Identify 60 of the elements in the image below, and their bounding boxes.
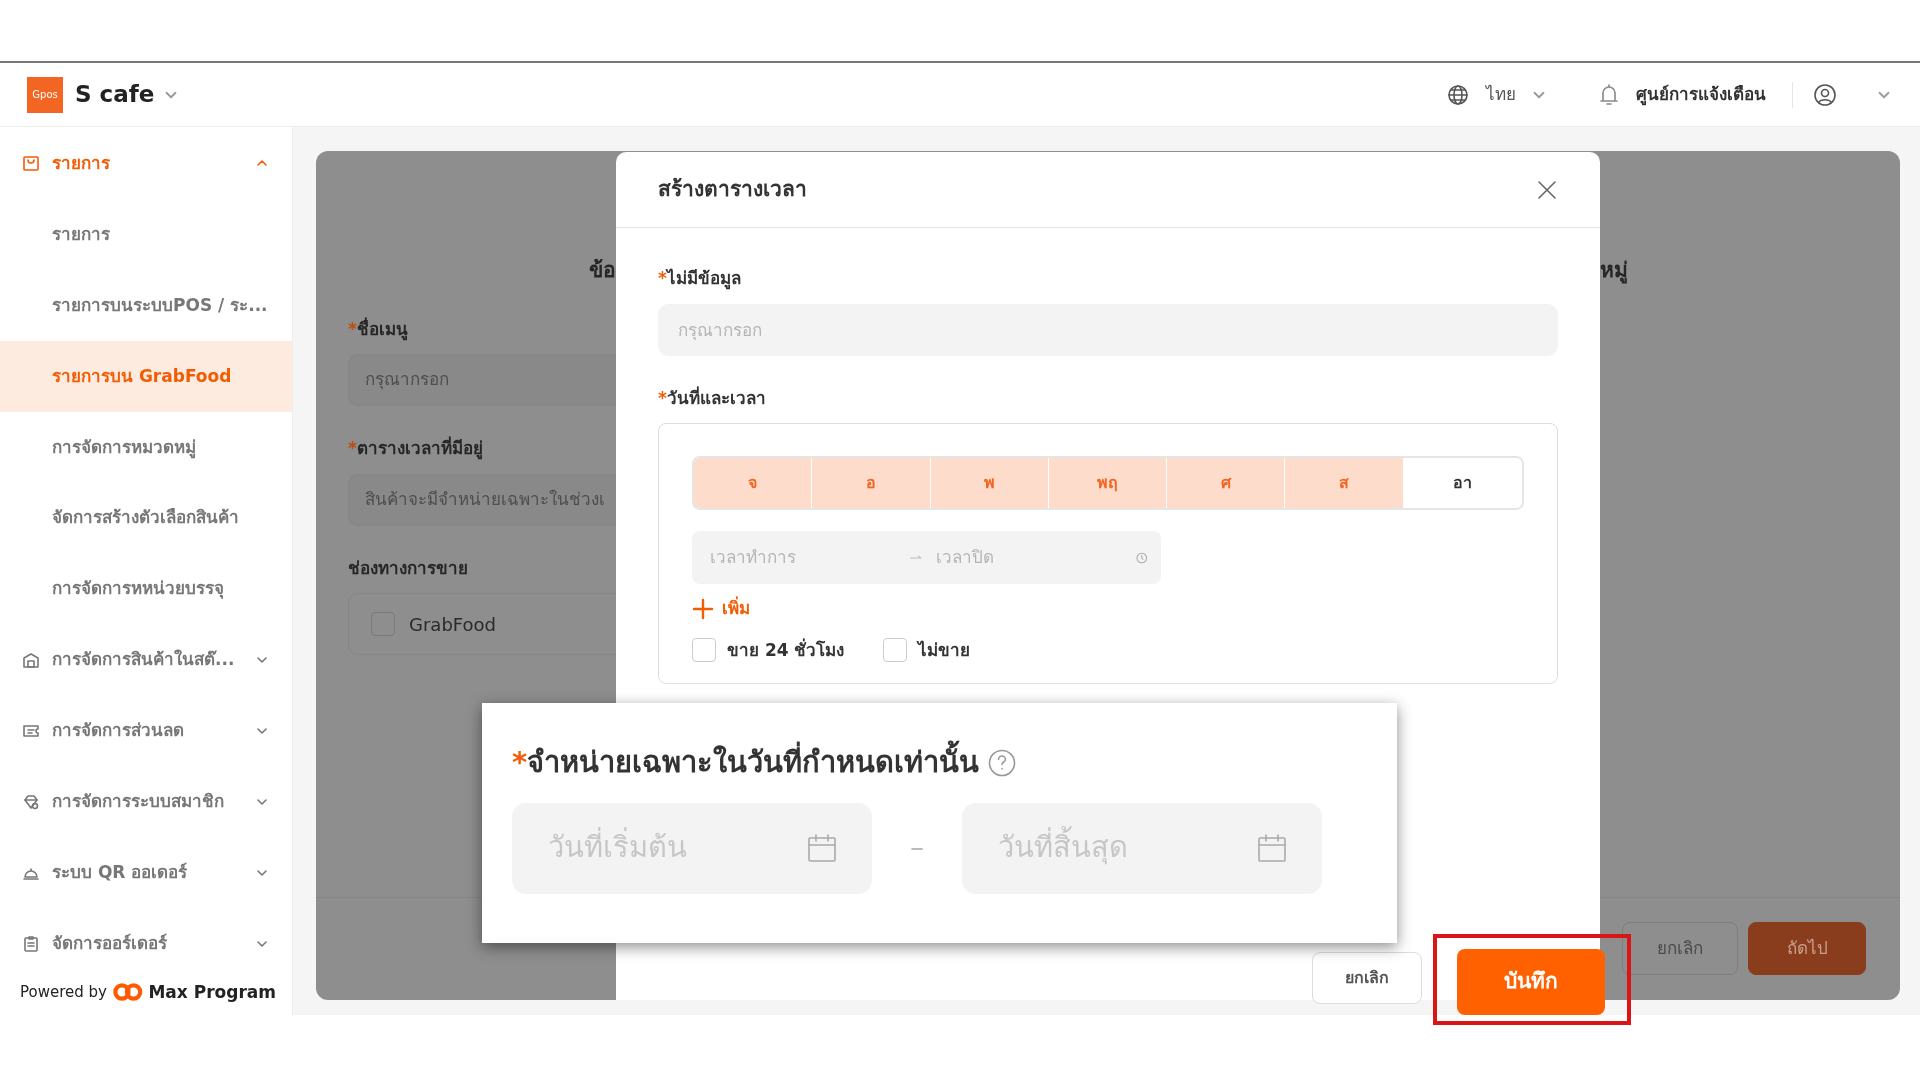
day-toggle[interactable]: อ	[812, 458, 931, 508]
sidebar-item[interactable]: การจัดการหหน่วยบรรจุ	[0, 553, 292, 625]
field-label: ช่องทางการขาย	[348, 556, 469, 580]
store-icon	[22, 651, 40, 670]
sidebar-group[interactable]: การจัดการสินค้าในสต๊...	[0, 624, 292, 696]
option-checkbox[interactable]: ไม่ขาย	[882, 637, 970, 663]
name-input[interactable]: กรุณากรอก	[658, 303, 1558, 356]
start-time-input[interactable]: เวลาทำการ	[708, 543, 898, 572]
clipboard-icon	[22, 934, 40, 953]
section-heading: หมู่	[1600, 257, 1629, 286]
bell-icon	[1598, 82, 1620, 107]
next-button[interactable]: ถัดไป	[1748, 922, 1866, 975]
day-toggle[interactable]: พ	[930, 458, 1049, 508]
brand-name: Max Program	[148, 980, 276, 1004]
day-toggle[interactable]: จ	[694, 458, 813, 508]
field-label: *จำหน่ายเฉพาะในวันที่กำหนดเท่านั้น	[512, 741, 980, 785]
save-button[interactable]: บันทึก	[1457, 949, 1605, 1015]
field-label: *ตารางเวลาที่มีอยู่	[348, 436, 484, 462]
range-separator: –	[909, 830, 925, 866]
cancel-button[interactable]: ยกเลิก	[1622, 922, 1738, 975]
store-selector[interactable]: S cafe	[75, 77, 155, 112]
input-field[interactable]: สินค้าจะมีจำหน่ายเฉพาะในช่วงเ	[348, 473, 616, 526]
sidebar-group[interactable]: การจัดการระบบสมาชิก	[0, 766, 292, 838]
calendar-icon	[806, 832, 838, 864]
cancel-button[interactable]: ยกเลิก	[1312, 952, 1422, 1004]
user-icon[interactable]	[1813, 82, 1837, 107]
logo: Gpos	[27, 76, 63, 113]
end-time-input[interactable]: เวลาปิด	[933, 543, 1124, 572]
day-toggle[interactable]: พฤ	[1048, 458, 1168, 508]
field-label: *วันที่และเวลา	[658, 385, 767, 410]
day-toggle[interactable]: ศ	[1167, 458, 1286, 508]
help-icon[interactable]	[987, 747, 1018, 778]
channel-option[interactable]: GrabFood	[348, 593, 616, 655]
time-range-field[interactable]: เวลาทำการ เวลาปิด	[692, 531, 1161, 584]
notification-center-link[interactable]: ศูนย์การแจ้งเตือน	[1636, 81, 1766, 108]
calendar-icon	[1256, 832, 1288, 864]
dialog-title: สร้างตารางเวลา	[658, 175, 807, 203]
input-field[interactable]: กรุณากรอก	[348, 354, 616, 406]
section-heading: ข้อ	[588, 257, 616, 284]
sidebar-item[interactable]: การจัดการหมวดหมู่	[0, 411, 292, 483]
sidebar-item[interactable]: จัดการสร้างตัวเลือกสินค้า	[0, 482, 292, 554]
plus-icon	[692, 597, 714, 620]
gem-icon	[22, 793, 40, 812]
sidebar-item[interactable]: รายการ	[0, 198, 292, 270]
add-button[interactable]: เพิ่ม	[692, 596, 750, 622]
sidebar-group[interactable]: การจัดการส่วนลด	[0, 695, 292, 767]
bag-icon	[22, 154, 40, 173]
day-toggle[interactable]: ส	[1285, 458, 1404, 508]
sidebar-group[interactable]: รายการ	[0, 128, 292, 199]
language-selector[interactable]: ไทย	[1486, 81, 1516, 108]
close-icon[interactable]	[1536, 178, 1558, 201]
sidebar-item[interactable]: รายการบนระบบPOS / ระ...	[0, 269, 292, 341]
option-checkbox[interactable]: ขาย 24 ชั่วโมง	[692, 637, 845, 663]
sidebar-item[interactable]: รายการบน GrabFood	[0, 340, 292, 412]
powered-by-text: Powered by	[20, 982, 107, 1003]
sidebar-group[interactable]: จัดการออร์เดอร์	[0, 908, 292, 980]
globe-icon	[1446, 82, 1470, 107]
field-label: *ชื่อเมนู	[348, 316, 409, 342]
field-label: *ไม่มีข้อมูล	[658, 267, 742, 292]
sidebar-group[interactable]: ระบบ QR ออเดอร์	[0, 837, 292, 909]
